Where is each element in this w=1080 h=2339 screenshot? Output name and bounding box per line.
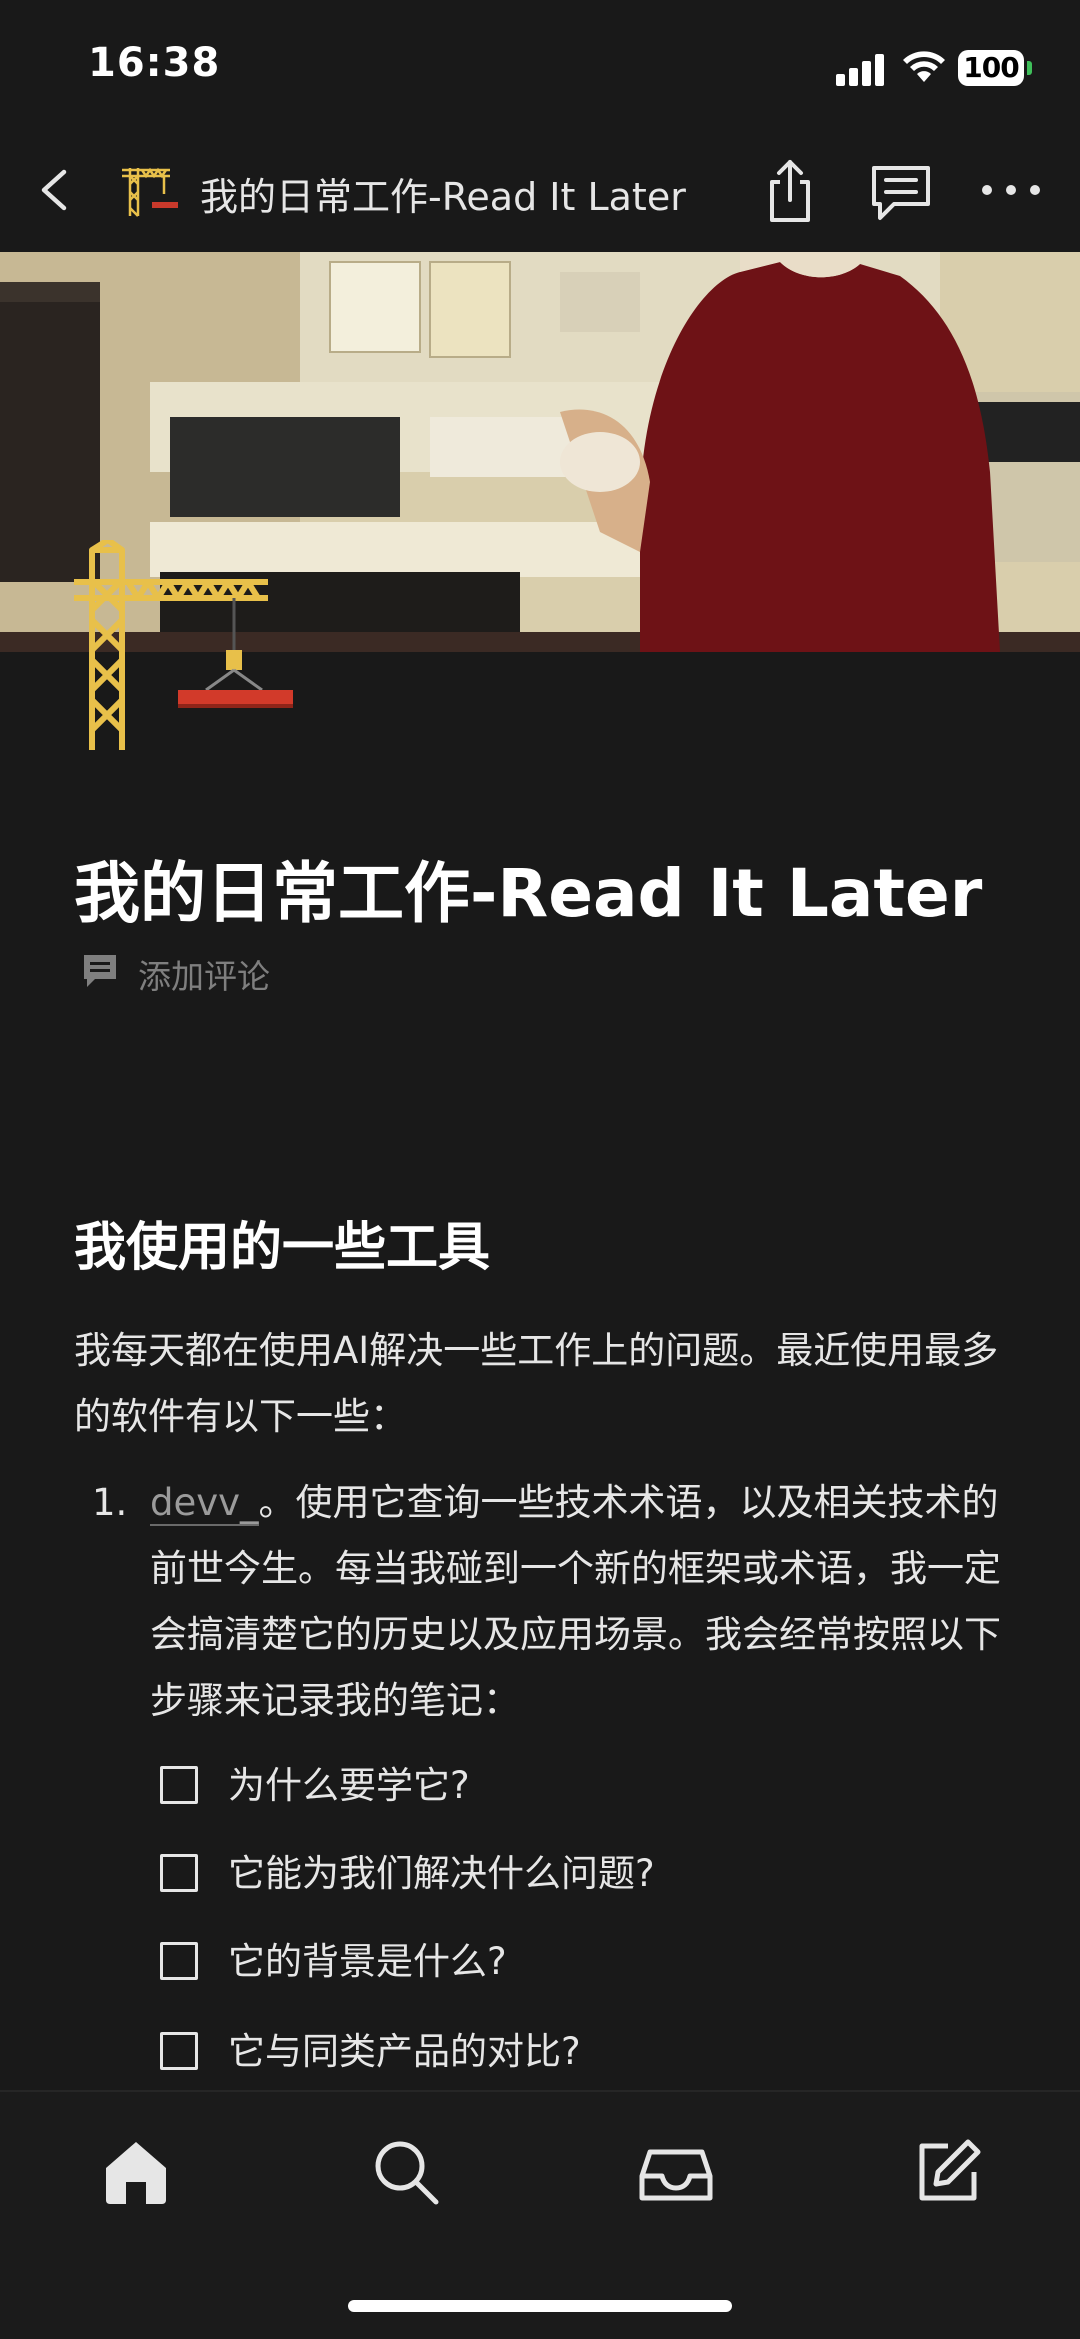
list-item-text: 。使用它查询一些技术术语，以及相关技术的前世今生。每当我碰到一个新的框架或术语，… (150, 1481, 1001, 1722)
more-icon[interactable] (976, 170, 1046, 210)
inbox-icon[interactable] (636, 2132, 716, 2212)
back-icon[interactable] (30, 160, 80, 220)
comment-icon (84, 955, 116, 987)
list-number: 1. (92, 1481, 128, 1524)
todo-checkbox[interactable] (160, 1766, 198, 1804)
todo-checkbox[interactable] (160, 2032, 198, 2070)
devv-link[interactable]: devv_ (150, 1481, 259, 1526)
todo-checkbox[interactable] (160, 1854, 198, 1892)
list-item: devv_。使用它查询一些技术术语，以及相关技术的前世今生。每当我碰到一个新的框… (150, 1470, 1010, 1734)
signal-icon (836, 52, 886, 86)
status-time: 16:38 (88, 40, 221, 86)
todo-label: 为什么要学它? (228, 1764, 470, 1807)
battery-tip (1027, 61, 1032, 75)
crane-icon[interactable] (68, 540, 298, 760)
todo-label: 它与同类产品的对比? (228, 2030, 581, 2073)
todo-checkbox[interactable] (160, 1942, 198, 1980)
compose-icon[interactable] (908, 2132, 988, 2212)
comments-icon[interactable] (866, 160, 936, 226)
battery-icon: 100 (958, 50, 1024, 86)
page-title: 我的日常工作-Read It Later (74, 855, 983, 932)
home-icon[interactable] (96, 2132, 176, 2212)
intro-paragraph: 我每天都在使用AI解决一些工作上的问题。最近使用最多的软件有以下一些： (74, 1329, 999, 1438)
nav-bar: 我的日常工作-Read It Later (0, 130, 1080, 252)
nav-title: 我的日常工作-Read It Later (200, 175, 686, 219)
section-heading: 我使用的一些工具 (74, 1218, 491, 1278)
wifi-icon (903, 51, 945, 82)
share-icon[interactable] (758, 154, 822, 226)
todo-label: 它的背景是什么? (228, 1940, 507, 1983)
add-comment-label: 添加评论 (138, 957, 270, 996)
crane-icon[interactable] (118, 158, 182, 222)
search-icon[interactable] (366, 2132, 446, 2212)
todo-label: 它能为我们解决什么问题? (228, 1852, 655, 1895)
home-indicator (348, 2300, 732, 2312)
status-bar: 16:38 100 (0, 0, 1080, 130)
